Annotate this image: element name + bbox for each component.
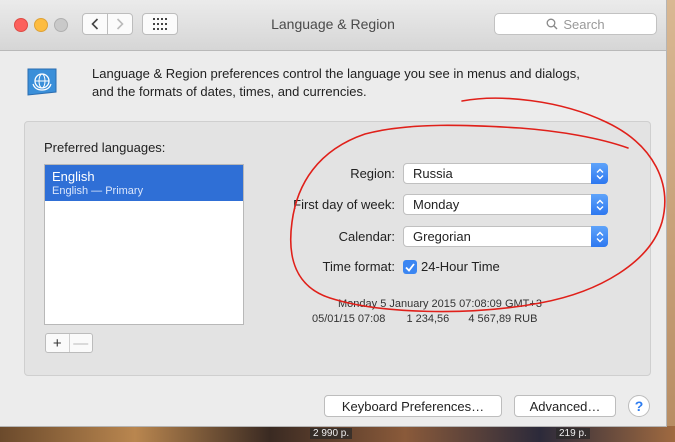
search-field[interactable]: Search bbox=[494, 13, 657, 35]
description-text: Language & Region preferences control th… bbox=[92, 65, 632, 101]
advanced-button[interactable]: Advanced… bbox=[514, 395, 616, 417]
desktop-background-right bbox=[666, 0, 675, 442]
language-name: English bbox=[52, 169, 95, 184]
preferred-languages-label: Preferred languages: bbox=[44, 140, 166, 155]
sample-currency: 4 567,89 RUB bbox=[468, 313, 538, 325]
remove-language-button[interactable]: — bbox=[70, 334, 93, 352]
description-line: Language & Region preferences control th… bbox=[92, 66, 580, 81]
desktop-price-tag: 219 р. bbox=[556, 428, 590, 439]
region-label: Region: bbox=[350, 166, 395, 181]
first-day-label: First day of week: bbox=[293, 197, 395, 212]
keyboard-preferences-button[interactable]: Keyboard Preferences… bbox=[324, 395, 502, 417]
preferences-window: Language & Region Search Language & Regi… bbox=[0, 0, 667, 427]
updown-arrows-icon bbox=[591, 194, 608, 215]
desktop-price-tag: 2 990 р. bbox=[310, 428, 353, 439]
preferred-languages-list[interactable]: English English — Primary bbox=[44, 164, 244, 325]
sample-long-date: Monday 5 January 2015 07:08:09 GMT+3 bbox=[338, 298, 542, 310]
time-format-checkbox[interactable] bbox=[403, 260, 417, 274]
desktop-background-bottom: 2 990 р. 219 р. bbox=[0, 426, 675, 442]
first-day-value: Monday bbox=[413, 197, 460, 212]
title-bar: Language & Region Search bbox=[0, 0, 666, 51]
first-day-select[interactable]: Monday bbox=[403, 194, 608, 215]
sample-number: 1 234,56 bbox=[406, 313, 450, 325]
description-line: and the formats of dates, times, and cur… bbox=[92, 84, 367, 99]
region-value: Russia bbox=[413, 166, 453, 181]
time-format-label: Time format: bbox=[322, 259, 395, 274]
list-item[interactable]: English English — Primary bbox=[45, 165, 243, 201]
search-icon bbox=[546, 18, 558, 30]
checkmark-icon bbox=[405, 262, 415, 272]
search-placeholder: Search bbox=[563, 16, 605, 32]
help-button[interactable]: ? bbox=[628, 395, 650, 417]
region-select[interactable]: Russia bbox=[403, 163, 608, 184]
sample-short-formats: 05/01/15 07:08 1 234,56 4 567,89 RUB bbox=[312, 313, 537, 325]
sample-short-date: 05/01/15 07:08 bbox=[312, 313, 386, 325]
calendar-select[interactable]: Gregorian bbox=[403, 226, 608, 247]
time-format-option-label[interactable]: 24-Hour Time bbox=[421, 259, 500, 274]
language-region-icon bbox=[27, 68, 57, 96]
calendar-label: Calendar: bbox=[338, 229, 395, 244]
calendar-value: Gregorian bbox=[413, 229, 471, 244]
language-subtitle: English — Primary bbox=[52, 185, 144, 197]
add-remove-control: + — bbox=[45, 333, 93, 353]
add-language-button[interactable]: + bbox=[46, 334, 70, 352]
updown-arrows-icon bbox=[591, 226, 608, 247]
updown-arrows-icon bbox=[591, 163, 608, 184]
